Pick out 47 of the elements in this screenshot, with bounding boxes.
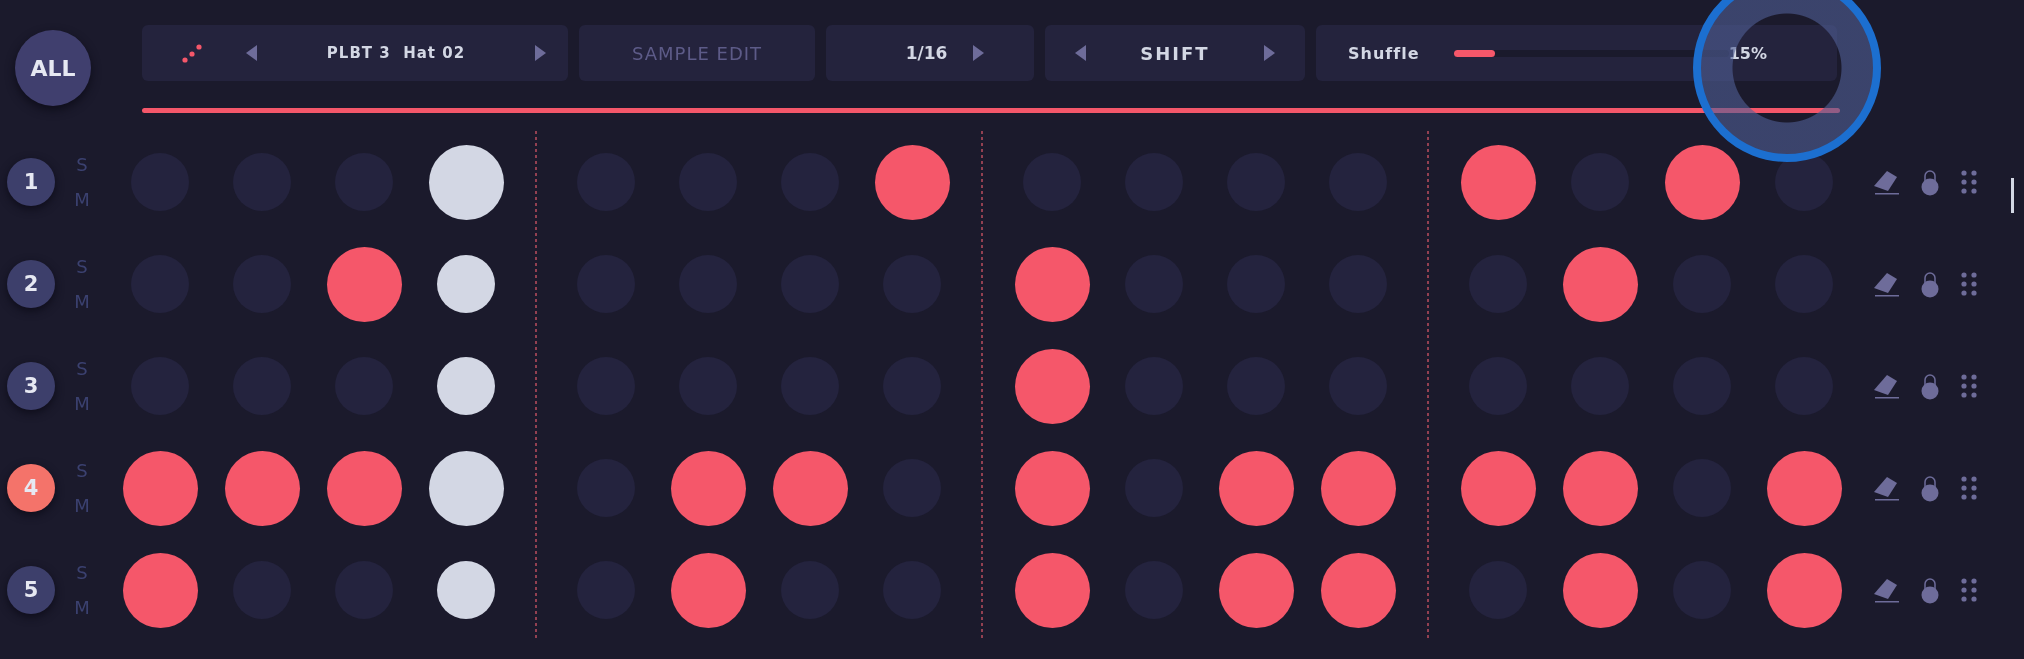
eraser-icon[interactable] bbox=[1873, 475, 1899, 501]
lock-icon[interactable] bbox=[1921, 168, 1939, 196]
lock-icon[interactable] bbox=[1921, 270, 1939, 298]
shuffle-slider[interactable] bbox=[1454, 49, 1729, 57]
step-pad[interactable] bbox=[437, 255, 495, 313]
mute-button[interactable]: M bbox=[74, 393, 90, 414]
track-number-button[interactable]: 1 bbox=[7, 158, 55, 206]
left-arrow-icon[interactable] bbox=[1075, 45, 1086, 61]
track-number-button[interactable]: 4 bbox=[7, 464, 55, 512]
all-button[interactable]: ALL bbox=[15, 30, 91, 106]
track-number-button[interactable]: 5 bbox=[7, 566, 55, 614]
sample-name: PLBT 3 Hat 02 bbox=[325, 44, 467, 62]
right-arrow-icon[interactable] bbox=[535, 45, 546, 61]
right-arrow-icon[interactable] bbox=[1264, 45, 1275, 61]
shift-label: SHIFT bbox=[1140, 42, 1210, 64]
mute-button[interactable]: M bbox=[74, 189, 90, 210]
track-number-button[interactable]: 3 bbox=[7, 362, 55, 410]
mute-button[interactable]: M bbox=[74, 495, 90, 516]
right-arrow-icon[interactable] bbox=[973, 45, 985, 61]
grip-icon[interactable] bbox=[1961, 374, 1977, 398]
solo-button[interactable]: S bbox=[76, 358, 88, 379]
grip-icon[interactable] bbox=[1961, 272, 1977, 296]
solo-button[interactable]: S bbox=[76, 256, 88, 277]
lock-icon[interactable] bbox=[1921, 474, 1939, 502]
eraser-icon[interactable] bbox=[1873, 169, 1899, 195]
mute-button[interactable]: M bbox=[74, 597, 90, 618]
step-pad[interactable] bbox=[437, 561, 495, 619]
eraser-icon[interactable] bbox=[1873, 271, 1899, 297]
scrollbar[interactable] bbox=[2011, 178, 2014, 213]
shuffle-label: Shuffle bbox=[1348, 43, 1421, 63]
track-number-button[interactable]: 2 bbox=[7, 260, 55, 308]
grip-icon[interactable] bbox=[1961, 578, 1977, 602]
lock-icon[interactable] bbox=[1921, 372, 1939, 400]
shuffle-value: 15% bbox=[1728, 43, 1767, 63]
solo-button[interactable]: S bbox=[76, 562, 88, 583]
grip-icon[interactable] bbox=[1961, 170, 1977, 194]
eraser-icon[interactable] bbox=[1873, 577, 1899, 603]
step-pad[interactable] bbox=[437, 357, 495, 415]
dots-icon bbox=[182, 43, 204, 63]
left-arrow-icon[interactable] bbox=[246, 45, 257, 61]
resolution-value: 1/16 bbox=[905, 43, 948, 63]
grip-icon[interactable] bbox=[1961, 476, 1977, 500]
solo-button[interactable]: S bbox=[76, 460, 88, 481]
mute-button[interactable]: M bbox=[74, 291, 90, 312]
solo-button[interactable]: S bbox=[76, 154, 88, 175]
eraser-icon[interactable] bbox=[1873, 373, 1899, 399]
lock-icon[interactable] bbox=[1921, 576, 1939, 604]
